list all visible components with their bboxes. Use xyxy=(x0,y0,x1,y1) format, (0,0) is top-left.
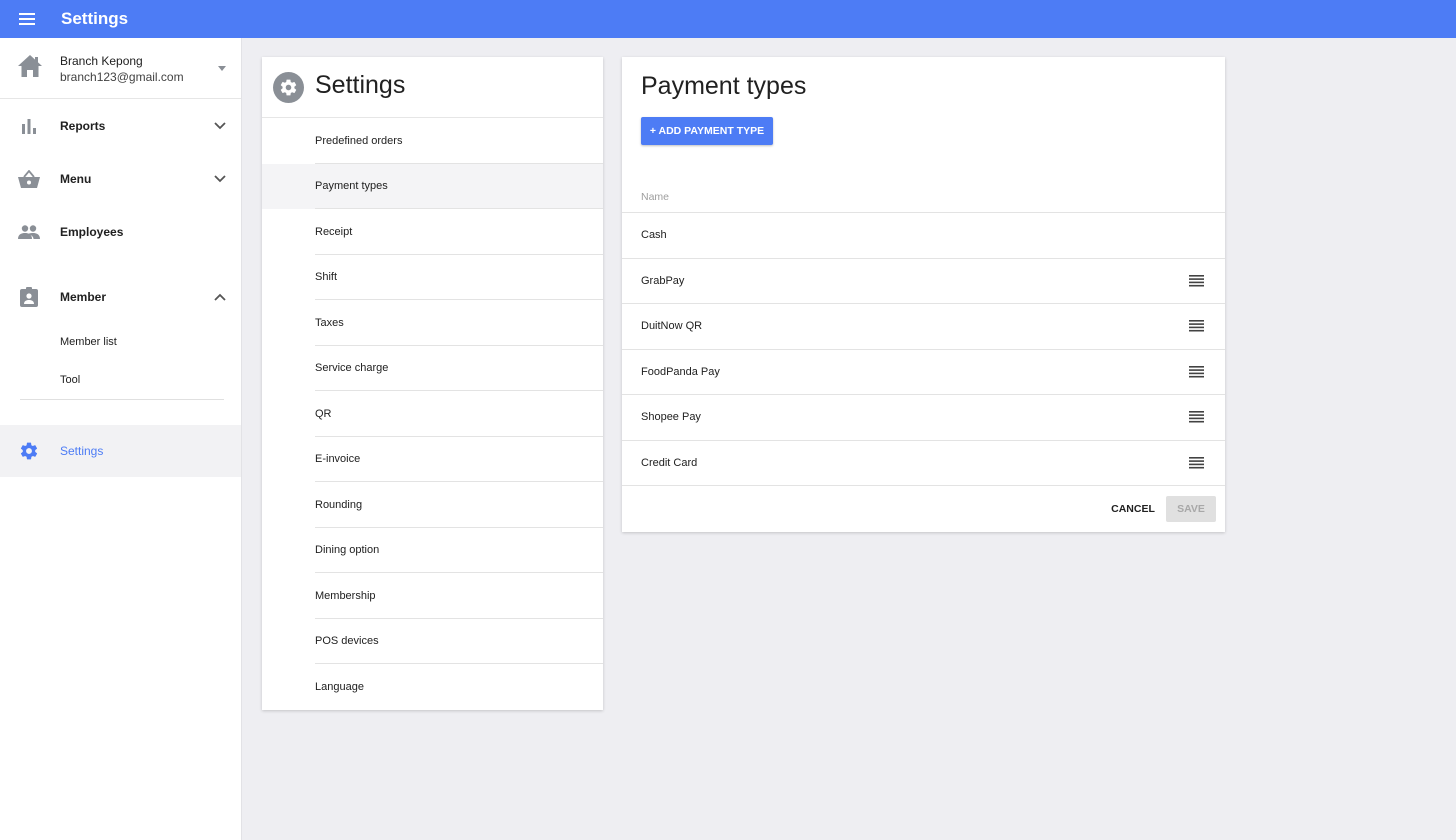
settings-menu-card: Settings Predefined orders Payment types R… xyxy=(262,57,603,710)
settings-menu-item-label: Language xyxy=(315,680,364,693)
sidebar-item-label: Member xyxy=(60,290,107,304)
sidebar-divider xyxy=(20,399,224,400)
payment-types-card: Payment types + ADD PAYMENT TYPE Name Ca… xyxy=(622,57,1225,532)
settings-menu-title: Settings xyxy=(315,71,406,99)
account-email: branch123@gmail.com xyxy=(60,70,184,84)
caret-down-icon xyxy=(218,66,226,71)
menu-icon xyxy=(19,13,35,25)
settings-menu-item[interactable]: Receipt xyxy=(262,209,603,255)
settings-menu-item-label: QR xyxy=(315,407,332,420)
settings-menu-item-label: Payment types xyxy=(315,180,388,193)
sidebar-item-label: Settings xyxy=(60,444,104,458)
sidebar-subitem-tool[interactable]: Tool xyxy=(0,362,241,398)
payment-type-name: Credit Card xyxy=(641,456,698,469)
settings-menu-item[interactable]: Rounding xyxy=(262,482,603,528)
settings-menu-item-label: POS devices xyxy=(315,635,379,648)
settings-menu-item-label: Receipt xyxy=(315,225,353,238)
sidebar-item-label: Reports xyxy=(60,119,106,133)
save-button[interactable]: SAVE xyxy=(1166,496,1216,522)
settings-menu-item-label: E-invoice xyxy=(315,453,361,466)
sidebar-subitem-member-list[interactable]: Member list xyxy=(0,324,241,360)
table-row[interactable]: Shopee Pay xyxy=(622,395,1225,441)
hamburger-menu-button[interactable] xyxy=(0,0,54,38)
sidebar-item-reports[interactable]: Reports xyxy=(0,100,241,152)
settings-menu-item-label: Membership xyxy=(315,589,376,602)
home-icon xyxy=(18,55,42,77)
settings-menu-item-label: Taxes xyxy=(315,316,344,329)
chevron-up-icon xyxy=(214,293,226,301)
drag-handle-icon[interactable] xyxy=(1189,456,1204,469)
sidebar-item-menu[interactable]: Menu xyxy=(0,153,241,205)
sidebar-item-settings[interactable]: Settings xyxy=(0,425,241,477)
drag-handle-icon[interactable] xyxy=(1189,274,1204,287)
cancel-button[interactable]: CANCEL xyxy=(1103,496,1163,522)
chevron-down-icon xyxy=(214,175,226,183)
chevron-down-icon xyxy=(214,122,226,130)
sidebar: Branch Kepong branch123@gmail.com Report… xyxy=(0,38,242,840)
page-title: Payment types xyxy=(641,72,807,100)
add-payment-type-button[interactable]: + ADD PAYMENT TYPE xyxy=(641,117,773,145)
sidebar-item-member[interactable]: Member xyxy=(0,271,241,323)
top-app-bar: Settings xyxy=(0,0,1456,38)
table-row[interactable]: FoodPanda Pay xyxy=(622,350,1225,395)
payment-type-name: DuitNow QR xyxy=(641,320,703,333)
app-bar-title: Settings xyxy=(61,9,129,28)
settings-menu-item[interactable]: Predefined orders xyxy=(262,118,603,164)
settings-menu-item[interactable]: QR xyxy=(262,391,603,437)
account-name: Branch Kepong xyxy=(60,54,143,68)
gear-icon xyxy=(273,72,304,103)
settings-menu-item[interactable]: Language xyxy=(262,664,603,710)
settings-menu-item[interactable]: Service charge xyxy=(262,346,603,391)
sidebar-subitem-label: Member list xyxy=(60,336,117,348)
settings-menu-item-label: Service charge xyxy=(315,362,389,375)
settings-menu-item-label: Shift xyxy=(315,271,338,284)
table-row[interactable]: DuitNow QR xyxy=(622,304,1225,350)
gear-icon xyxy=(18,440,40,462)
form-actions: CANCEL SAVE xyxy=(622,487,1225,532)
basket-icon xyxy=(18,168,40,190)
table-row[interactable]: Cash xyxy=(622,213,1225,259)
settings-menu-item[interactable]: Payment types xyxy=(262,163,603,209)
account-info: Branch Kepong branch123@gmail.com xyxy=(60,53,184,85)
settings-menu-item-label: Predefined orders xyxy=(315,134,403,147)
member-badge-icon xyxy=(18,286,40,308)
settings-menu-item[interactable]: Dining option xyxy=(262,528,603,573)
people-icon xyxy=(18,221,40,243)
sidebar-subitem-label: Tool xyxy=(60,374,81,386)
settings-menu-item[interactable]: Membership xyxy=(262,573,603,619)
settings-menu-header: Settings xyxy=(262,57,603,118)
bar-chart-icon xyxy=(18,115,40,137)
drag-handle-icon[interactable] xyxy=(1189,365,1204,378)
settings-menu-item[interactable]: Shift xyxy=(262,255,603,300)
drag-handle-icon[interactable] xyxy=(1189,411,1204,423)
sidebar-item-employees[interactable]: Employees xyxy=(0,206,241,258)
settings-menu-item-label: Dining option xyxy=(315,544,380,557)
settings-menu-item[interactable]: Taxes xyxy=(262,300,603,346)
payment-type-name: GrabPay xyxy=(641,274,685,287)
drag-handle-icon[interactable] xyxy=(1189,320,1204,332)
sidebar-item-label: Menu xyxy=(60,172,92,186)
table-row[interactable]: GrabPay xyxy=(622,259,1225,304)
column-header-name: Name xyxy=(641,191,670,203)
settings-menu-item[interactable]: POS devices xyxy=(262,619,603,664)
payment-type-name: Shopee Pay xyxy=(641,411,701,424)
table-row[interactable]: Credit Card xyxy=(622,441,1225,486)
payment-type-name: Cash xyxy=(641,229,667,242)
settings-menu-item-label: Rounding xyxy=(315,498,363,511)
payment-type-name: FoodPanda Pay xyxy=(641,365,720,378)
account-switcher[interactable]: Branch Kepong branch123@gmail.com xyxy=(0,38,241,99)
settings-menu-item[interactable]: E-invoice xyxy=(262,437,603,482)
sidebar-item-label: Employees xyxy=(60,225,124,239)
